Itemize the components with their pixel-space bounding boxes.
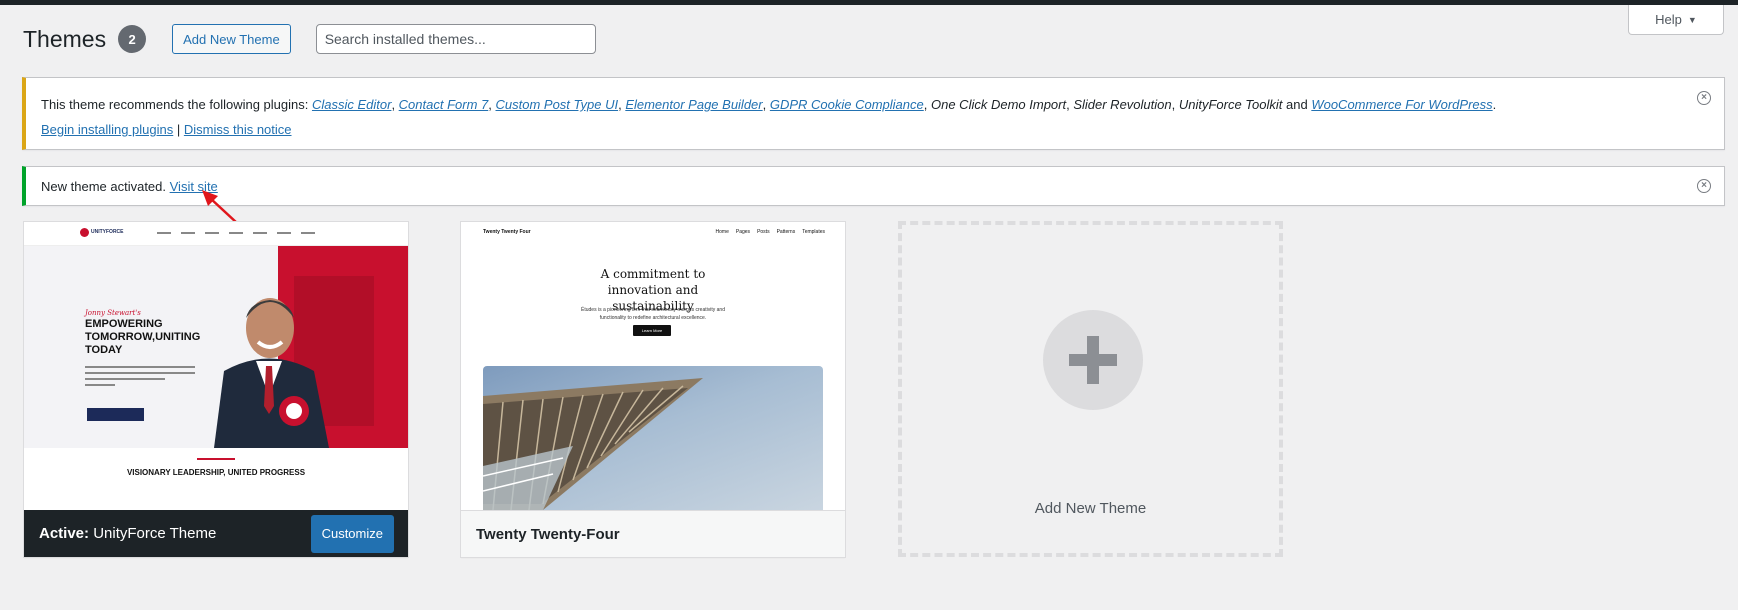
plugin-name: One Click Demo Import (931, 97, 1067, 112)
plugin-separator: , (1171, 97, 1179, 112)
theme-screenshot[interactable]: UNITYFORCE Jonny Stewart's EMPOWERING TO… (24, 222, 408, 510)
person-illustration (214, 298, 329, 448)
plugin-separator: and (1282, 97, 1312, 112)
activated-text: New theme activated. (41, 179, 170, 194)
preview-menu: Home Pages Posts Patterns Templates (716, 229, 825, 235)
preview-button: Learn More (633, 325, 671, 336)
notice-actions: Begin installing plugins | Dismiss this … (41, 122, 1724, 137)
plugin-recommendation-notice: This theme recommends the following plug… (22, 77, 1725, 150)
theme-name-bar: Twenty Twenty-Four (461, 510, 845, 557)
help-tab-button[interactable]: Help ▼ (1628, 5, 1724, 35)
plugin-separator: , (923, 97, 931, 112)
notice-prefix: This theme recommends the following plug… (41, 97, 312, 112)
add-new-theme-label: Add New Theme (1034, 500, 1147, 517)
theme-count-badge: 2 (118, 25, 147, 53)
plugin-name: Slider Revolution (1073, 97, 1172, 112)
action-separator: | (173, 122, 184, 137)
page-header: Themes 2 Add New Theme (23, 24, 596, 54)
plus-icon[interactable] (1043, 310, 1143, 410)
preview-menu-item: Home (715, 229, 729, 235)
theme-name: Twenty Twenty-Four (476, 525, 620, 543)
search-themes-input[interactable] (315, 24, 596, 54)
preview-menu-item: Patterns (776, 229, 796, 235)
plugin-separator: , (762, 97, 770, 112)
active-prefix: Active: (39, 525, 90, 542)
admin-toolbar (0, 0, 1738, 5)
plugin-separator: , (488, 97, 496, 112)
dismiss-icon[interactable]: × (1697, 179, 1711, 193)
preview-menu (157, 232, 315, 234)
preview-body-lines (85, 366, 195, 390)
add-new-theme-card[interactable]: Add New Theme (898, 221, 1283, 557)
active-theme-label: Active: UnityForce Theme (39, 525, 216, 542)
visit-site-link[interactable]: Visit site (170, 179, 218, 194)
page-title: Themes (23, 25, 107, 52)
plugin-name: UnityForce Toolkit (1178, 97, 1283, 112)
preview-nav: UNITYFORCE (24, 222, 408, 246)
preview-brand: Twenty Twenty Four (483, 229, 531, 235)
plugin-link[interactable]: Elementor Page Builder (625, 97, 762, 112)
dismiss-notice-link[interactable]: Dismiss this notice (184, 122, 292, 137)
plugin-link[interactable]: Contact Form 7 (399, 97, 489, 112)
plugin-separator: , (391, 97, 399, 112)
preview-section: VISIONARY LEADERSHIP, UNITED PROGRESS (24, 448, 408, 510)
customize-button[interactable]: Customize (310, 514, 394, 553)
theme-screenshot[interactable]: Twenty Twenty Four Home Pages Posts Patt… (461, 222, 845, 510)
theme-name-bar: Active: UnityForce Theme Customize (24, 510, 408, 557)
preview-logo: UNITYFORCE (80, 228, 124, 238)
theme-card-unityforce[interactable]: UNITYFORCE Jonny Stewart's EMPOWERING TO… (23, 221, 409, 558)
plugin-link[interactable]: WooCommerce For WordPress (1311, 97, 1492, 112)
plugin-recommendation-text: This theme recommends the following plug… (41, 97, 1724, 112)
theme-name: UnityForce Theme (93, 525, 217, 542)
preview-script-line: Jonny Stewart's (85, 309, 141, 317)
preview-menu-item: Pages (735, 229, 751, 235)
preview-section-title: VISIONARY LEADERSHIP, UNITED PROGRESS (126, 468, 306, 477)
add-new-theme-button[interactable]: Add New Theme (172, 24, 291, 54)
plugin-link[interactable]: Custom Post Type UI (496, 97, 619, 112)
dismiss-icon[interactable]: × (1697, 91, 1711, 105)
plugin-link[interactable]: Classic Editor (312, 97, 391, 112)
plugin-separator: . (1492, 97, 1497, 112)
preview-nav: Twenty Twenty Four Home Pages Posts Patt… (461, 222, 845, 242)
begin-installing-plugins-link[interactable]: Begin installing plugins (41, 122, 173, 137)
building-photo (483, 366, 823, 510)
preview-menu-item: Posts (757, 229, 770, 235)
building-illustration (483, 378, 703, 510)
preview-menu-item: Templates (802, 229, 825, 235)
help-label: Help (1655, 12, 1682, 27)
preview-cta (87, 408, 144, 421)
plugin-link[interactable]: GDPR Cookie Compliance (770, 97, 924, 112)
caret-down-icon: ▼ (1687, 14, 1697, 25)
theme-card-twenty-twenty-four[interactable]: Twenty Twenty Four Home Pages Posts Patt… (460, 221, 846, 558)
preview-description: Études is a pioneering firm that seamles… (581, 307, 725, 321)
preview-hero: Jonny Stewart's EMPOWERING TOMORROW,UNIT… (24, 246, 408, 448)
theme-activated-notice: New theme activated. Visit site × (22, 166, 1725, 206)
